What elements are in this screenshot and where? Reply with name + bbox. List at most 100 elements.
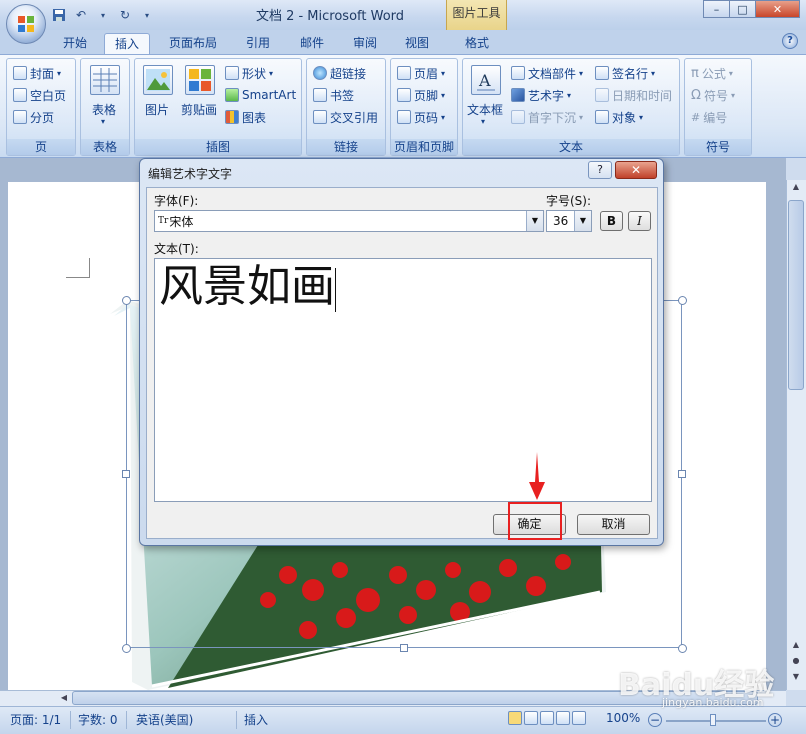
- resize-handle-nw[interactable]: [122, 296, 131, 305]
- italic-button[interactable]: I: [628, 211, 651, 231]
- maximize-button[interactable]: □: [729, 0, 756, 18]
- blank-page-icon: [13, 88, 27, 102]
- cancel-button[interactable]: 取消: [577, 514, 650, 535]
- bookmark-button[interactable]: 书签: [313, 85, 354, 105]
- chart-button[interactable]: 图表: [225, 107, 266, 127]
- web-layout-icon[interactable]: [540, 711, 554, 725]
- drop-cap-button[interactable]: 首字下沉 ▾: [511, 107, 583, 127]
- office-button[interactable]: [6, 4, 46, 44]
- insert-mode-indicator[interactable]: 插入: [244, 711, 268, 728]
- textbox-button[interactable]: 文本框: [467, 101, 503, 118]
- vertical-scroll-thumb[interactable]: [788, 200, 804, 390]
- dropdown-arrow-icon[interactable]: ▾: [94, 6, 112, 24]
- resize-handle-w[interactable]: [122, 470, 130, 478]
- quick-parts-button[interactable]: 文档部件 ▾: [511, 63, 583, 83]
- header-button[interactable]: 页眉 ▾: [397, 63, 445, 83]
- language-indicator[interactable]: 英语(美国): [136, 711, 193, 728]
- zoom-level[interactable]: 100%: [606, 711, 640, 725]
- smartart-button[interactable]: SmartArt: [225, 85, 296, 105]
- scroll-left-arrow-icon[interactable]: ◀: [58, 693, 70, 702]
- resize-handle-e[interactable]: [678, 470, 686, 478]
- ruler-toggle-icon[interactable]: ▲: [788, 182, 804, 191]
- tab-review[interactable]: 审阅: [344, 33, 386, 54]
- scroll-up-arrow-icon[interactable]: ▲: [788, 640, 804, 649]
- symbol-button[interactable]: Ω 符号 ▾: [691, 85, 735, 105]
- status-bar: 页面: 1/1 字数: 0 英语(美国) 插入 100% − +: [0, 706, 806, 734]
- zoom-slider-track[interactable]: [666, 720, 766, 722]
- zoom-slider-thumb[interactable]: [710, 714, 716, 726]
- edit-wordart-dialog: 编辑艺术字文字 ? ✕ 字体(F): 字号(S): Tr 宋体 ▼ 36 ▼ B…: [139, 158, 664, 546]
- dialog-help-button[interactable]: ?: [588, 161, 612, 179]
- redo-icon[interactable]: ↻: [116, 6, 134, 24]
- signature-line-button[interactable]: 签名行 ▾: [595, 63, 655, 83]
- print-layout-view-icon[interactable]: [508, 711, 522, 725]
- hyperlink-button[interactable]: 超链接: [313, 63, 366, 83]
- bold-button[interactable]: B: [600, 211, 623, 231]
- font-select[interactable]: Tr 宋体 ▼: [154, 210, 544, 232]
- date-time-button[interactable]: 日期和时间: [595, 85, 672, 105]
- page-break-button[interactable]: 分页: [13, 107, 54, 127]
- wordart-icon: [511, 88, 525, 102]
- size-select[interactable]: 36 ▼: [546, 210, 592, 232]
- footer-button[interactable]: 页脚 ▾: [397, 85, 445, 105]
- annotation-arrow-icon: [529, 452, 545, 500]
- customize-qat-button[interactable]: ▾: [138, 6, 156, 24]
- baidu-watermark-url: jingyan.baidu.com: [662, 696, 764, 709]
- tab-insert[interactable]: 插入: [104, 33, 150, 54]
- chart-icon: [225, 110, 239, 124]
- resize-handle-se[interactable]: [678, 644, 687, 653]
- minimize-button[interactable]: –: [703, 0, 730, 18]
- shapes-button[interactable]: 形状 ▾: [225, 63, 273, 83]
- cover-page-icon: [13, 66, 27, 80]
- resize-handle-sw[interactable]: [122, 644, 131, 653]
- table-button[interactable]: 表格: [92, 101, 116, 118]
- resize-handle-s[interactable]: [400, 644, 408, 652]
- font-value: 宋体: [169, 214, 194, 229]
- picture-button[interactable]: 图片: [145, 101, 169, 118]
- cross-reference-button[interactable]: 交叉引用: [313, 107, 378, 127]
- page-number-button[interactable]: 页码 ▾: [397, 107, 445, 127]
- tab-page-layout[interactable]: 页面布局: [162, 33, 224, 54]
- divider: [70, 711, 71, 729]
- quick-access-toolbar: ↶ ▾ ↻ ▾: [50, 5, 156, 25]
- font-dropdown-arrow-icon[interactable]: ▼: [526, 211, 543, 231]
- undo-icon[interactable]: ↶: [72, 6, 90, 24]
- text-caret: [335, 267, 336, 312]
- resize-handle-ne[interactable]: [678, 296, 687, 305]
- tab-format[interactable]: 格式: [456, 33, 498, 54]
- wordart-button[interactable]: 艺术字 ▾: [511, 85, 571, 105]
- tab-references[interactable]: 引用: [236, 33, 280, 54]
- zoom-out-icon[interactable]: −: [648, 713, 662, 727]
- close-button[interactable]: ✕: [755, 0, 800, 18]
- numbering-button[interactable]: # 编号: [691, 107, 727, 127]
- wordart-text-input[interactable]: 风景如画: [154, 258, 652, 502]
- group-pages: 封面 ▾ 空白页 分页 页: [6, 58, 76, 156]
- full-screen-reading-icon[interactable]: [524, 711, 538, 725]
- help-icon[interactable]: ?: [782, 33, 798, 49]
- object-button[interactable]: 对象 ▾: [595, 107, 643, 127]
- tab-mailings[interactable]: 邮件: [290, 33, 334, 54]
- page-break-icon: [13, 110, 27, 124]
- cover-page-button[interactable]: 封面 ▾: [13, 63, 61, 83]
- zoom-in-icon[interactable]: +: [768, 713, 782, 727]
- tab-home[interactable]: 开始: [54, 33, 96, 54]
- group-illustrations: 图片 剪贴画 形状 ▾ SmartArt 图表 插图: [134, 58, 302, 156]
- tab-view[interactable]: 视图: [396, 33, 438, 54]
- dialog-close-button[interactable]: ✕: [615, 161, 657, 179]
- date-time-icon: [595, 88, 609, 102]
- word-count[interactable]: 字数: 0: [78, 711, 118, 728]
- browse-object-icon[interactable]: ●: [788, 656, 804, 665]
- table-dropdown-icon: ▾: [101, 117, 106, 126]
- page-count[interactable]: 页面: 1/1: [10, 711, 61, 728]
- save-icon[interactable]: [50, 6, 68, 24]
- annotation-highlight-box: [508, 502, 562, 540]
- size-dropdown-arrow-icon[interactable]: ▼: [574, 211, 591, 231]
- outline-view-icon[interactable]: [556, 711, 570, 725]
- page-number-icon: [397, 110, 411, 124]
- equation-button[interactable]: π 公式 ▾: [691, 63, 733, 83]
- scroll-down-arrow-icon[interactable]: ▼: [788, 672, 804, 681]
- truetype-font-icon: Tr: [158, 216, 169, 226]
- clipart-button[interactable]: 剪贴画: [181, 101, 217, 118]
- blank-page-button[interactable]: 空白页: [13, 85, 66, 105]
- draft-view-icon[interactable]: [572, 711, 586, 725]
